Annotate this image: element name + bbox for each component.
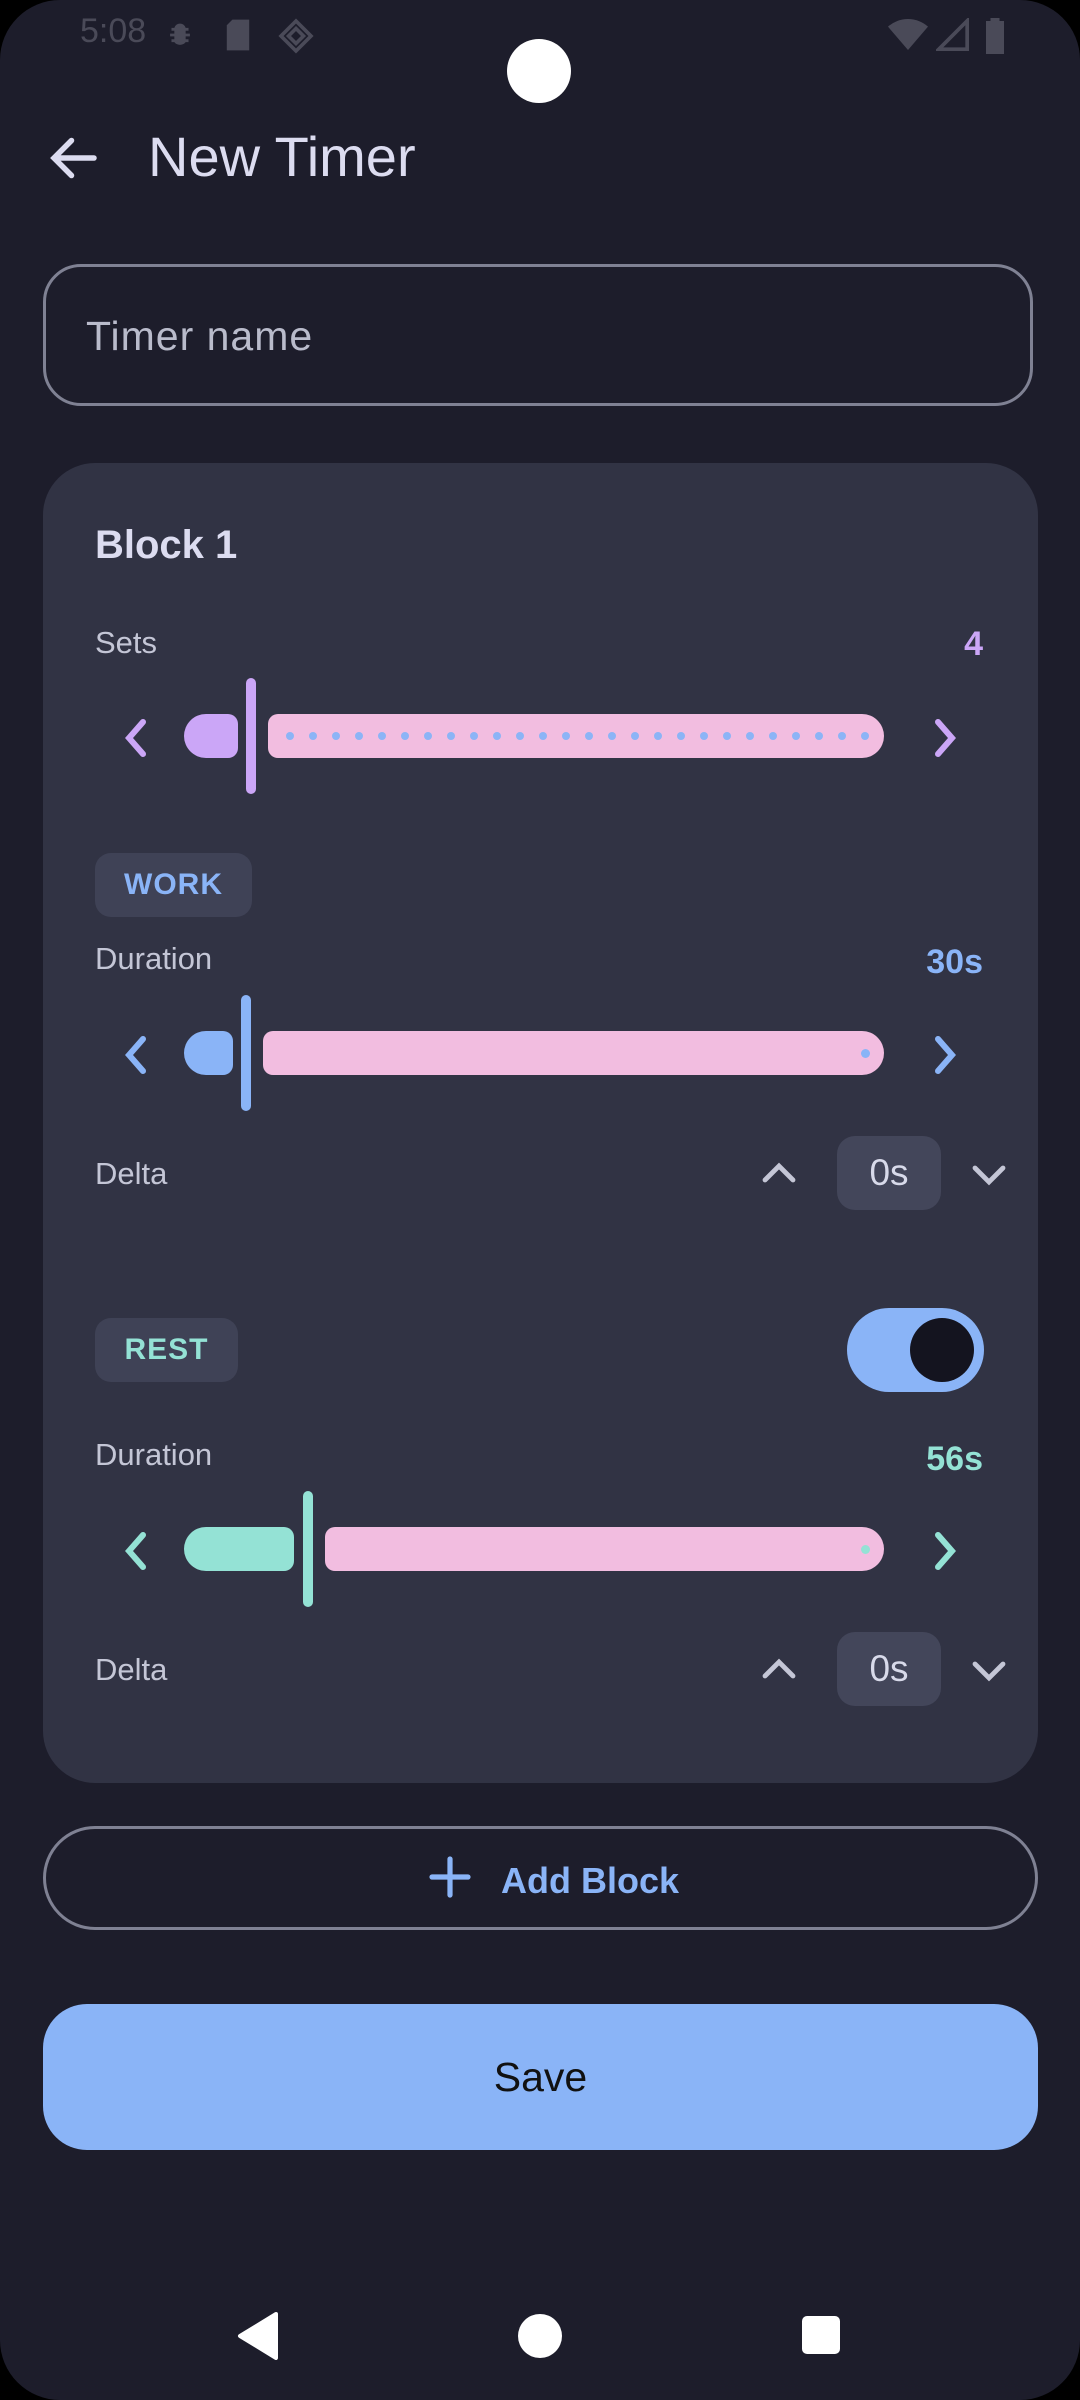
chevron-right-icon[interactable] [924,1525,964,1577]
data-saver-icon [278,18,314,54]
screen: 5:08 New Timer Timer name Block 1 Sets 4… [0,0,1080,2400]
work-delta-label: Delta [95,1156,168,1191]
chevron-down-icon[interactable] [965,1646,1013,1694]
step-dot [401,732,409,740]
timer-name-input[interactable]: Timer name [43,264,1033,406]
rest-end-dot [861,1545,870,1554]
rest-track [325,1527,884,1571]
add-block-label: Add Block [501,1860,680,1901]
sets-label: Sets [95,625,158,660]
step-dot [838,732,846,740]
step-dot [355,732,363,740]
sets-fill [184,714,238,758]
step-dot [585,732,593,740]
rest-duration-slider[interactable] [95,1491,986,1611]
chevron-up-icon[interactable] [755,1150,803,1198]
chevron-up-icon[interactable] [755,1646,803,1694]
plus-icon [429,1856,471,1898]
sets-handle[interactable] [246,678,256,794]
rest-toggle-knob [910,1318,974,1382]
rest-fill [184,1527,294,1571]
rest-duration-label: Duration [95,1437,213,1472]
battery-icon [986,18,1004,54]
rest-delta-label: Delta [95,1652,168,1687]
rest-toggle[interactable] [847,1308,984,1392]
block-card: Block 1 Sets 4 WORK Duration 30s Delta 0… [43,463,1038,1783]
signal-icon [936,18,970,52]
chevron-right-icon[interactable] [924,712,964,764]
step-dot [792,732,800,740]
step-dot [815,732,823,740]
sets-track [268,714,884,758]
rest-delta-value: 0s [837,1632,941,1706]
status-time: 5:08 [80,12,147,50]
rest-delta-row: Delta 0s [95,1632,1006,1708]
chevron-left-icon[interactable] [117,1525,157,1577]
work-fill [184,1031,233,1075]
step-dot [723,732,731,740]
chevron-down-icon[interactable] [965,1150,1013,1198]
work-delta-value: 0s [837,1136,941,1210]
step-dot [516,732,524,740]
work-delta-row: Delta 0s [95,1136,1006,1212]
nav-recents-icon[interactable] [802,2316,840,2354]
step-dot [654,732,662,740]
sd-card-icon [226,19,250,51]
step-dot [861,732,869,740]
work-duration-slider[interactable] [95,995,986,1115]
bug-icon [170,23,190,45]
step-dot [769,732,777,740]
work-end-dot [861,1049,870,1058]
step-dot [424,732,432,740]
back-arrow-icon[interactable] [44,128,104,188]
work-track [263,1031,884,1075]
timer-name-placeholder: Timer name [86,313,314,359]
work-chip: WORK [95,853,252,917]
step-dot [631,732,639,740]
step-dot [746,732,754,740]
rest-duration-value: 56s [926,1440,983,1478]
chevron-left-icon[interactable] [117,1029,157,1081]
work-handle[interactable] [241,995,251,1111]
step-dot [539,732,547,740]
work-duration-label: Duration [95,941,213,976]
step-dot [286,732,294,740]
chevron-right-icon[interactable] [924,1029,964,1081]
step-dot [447,732,455,740]
step-dot [562,732,570,740]
wifi-icon [888,19,928,50]
sets-step-dots [268,714,884,758]
page-title: New Timer [148,125,416,188]
nav-back-icon[interactable] [236,2312,280,2360]
save-button[interactable]: Save [43,2004,1038,2150]
nav-home-icon[interactable] [518,2314,562,2358]
rest-chip: REST [95,1318,238,1382]
step-dot [677,732,685,740]
work-duration-value: 30s [926,943,983,981]
step-dot [470,732,478,740]
step-dot [493,732,501,740]
step-dot [309,732,317,740]
sets-slider[interactable] [95,678,986,798]
camera-cutout [507,39,571,103]
rest-handle[interactable] [303,1491,313,1607]
step-dot [332,732,340,740]
step-dot [700,732,708,740]
block-title: Block 1 [95,523,238,567]
step-dot [608,732,616,740]
add-block-button[interactable]: Add Block [43,1826,1038,1930]
sets-value: 4 [964,625,983,663]
chevron-left-icon[interactable] [117,712,157,764]
step-dot [378,732,386,740]
